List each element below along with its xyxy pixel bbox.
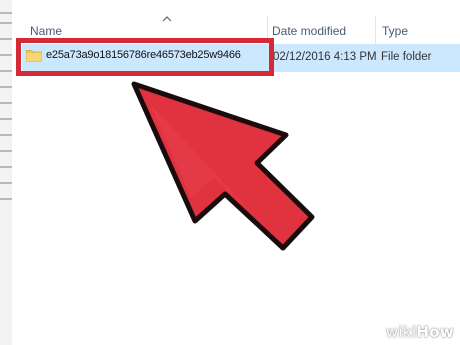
big-red-pointer-arrow-icon [131,81,315,251]
wikihow-watermark: wikiHow [385,323,454,341]
